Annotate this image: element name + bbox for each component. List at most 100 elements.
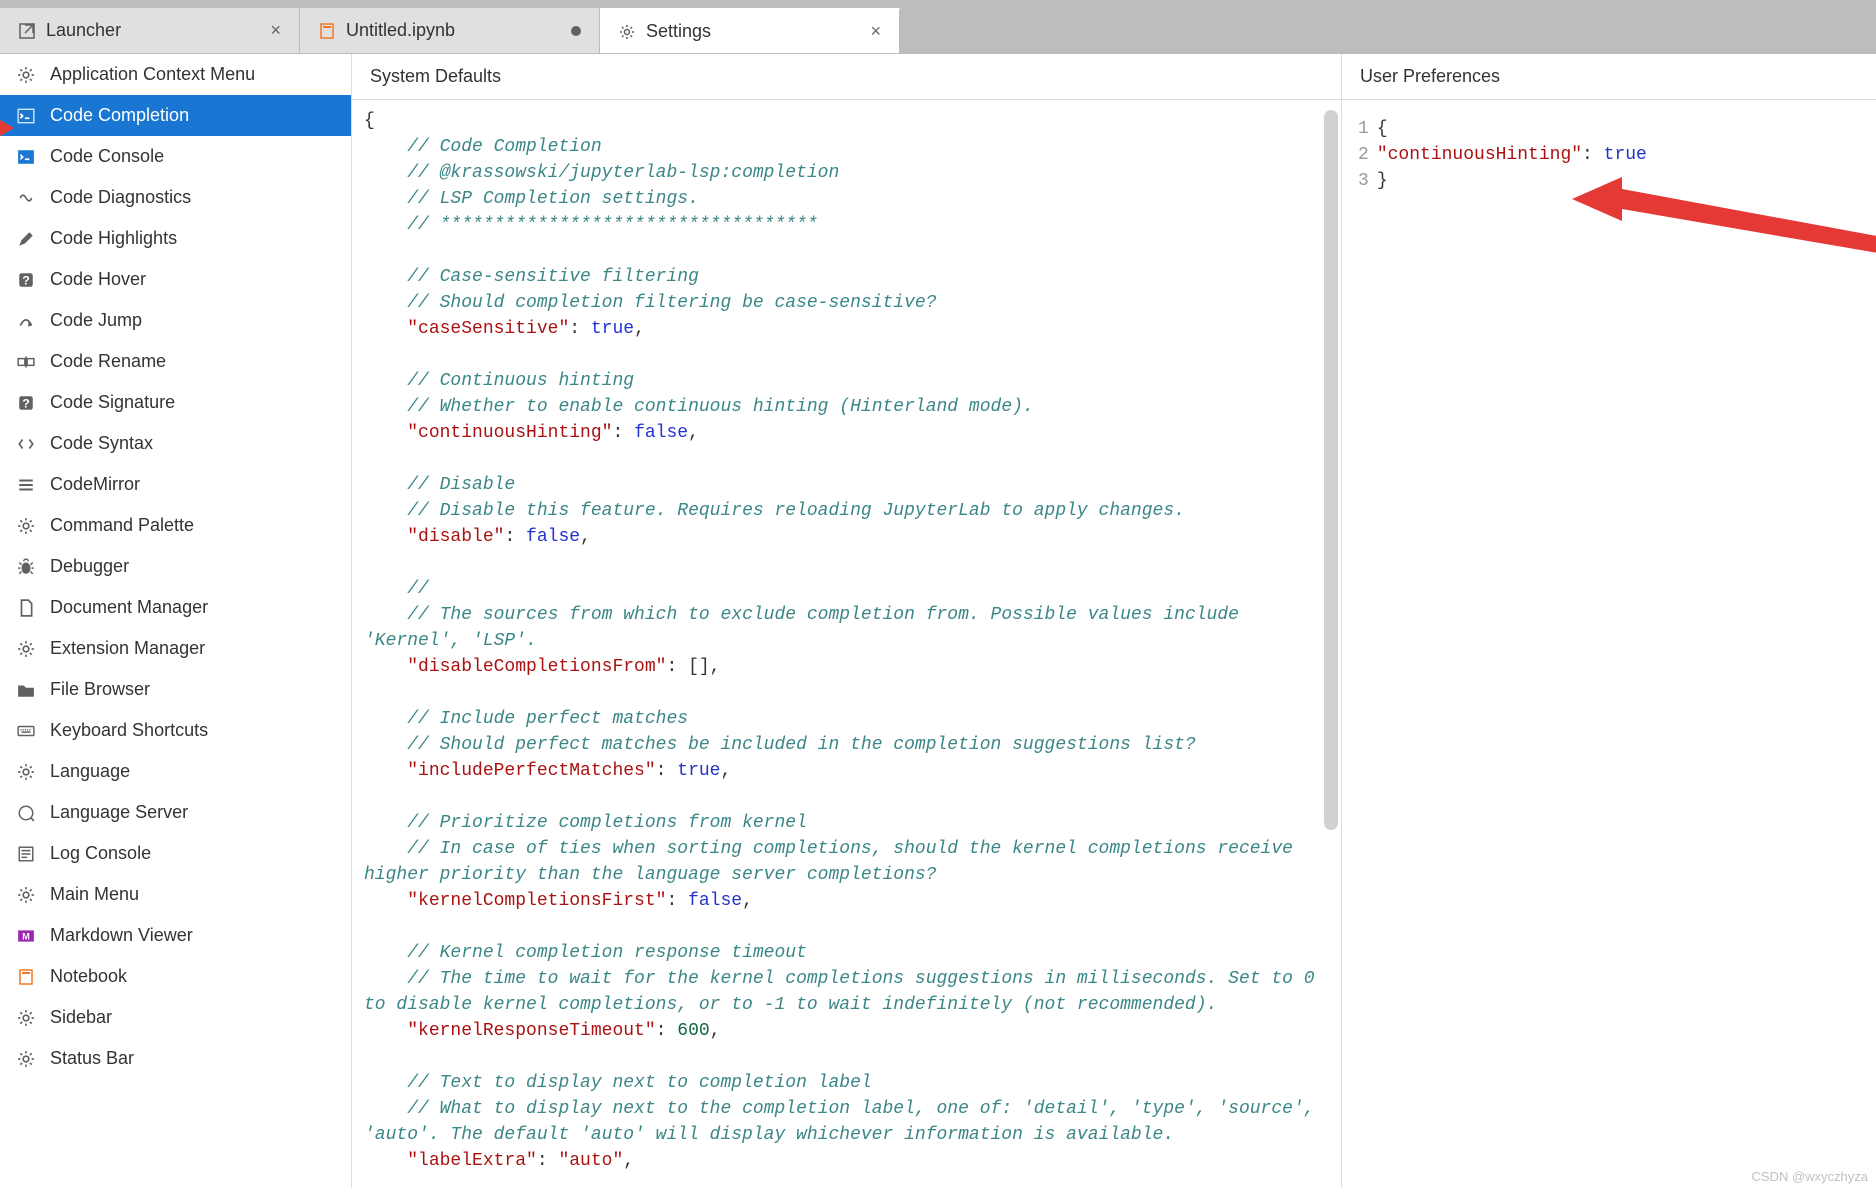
sidebar-item-label: Code Syntax (50, 433, 153, 454)
question-icon: ? (16, 393, 36, 413)
folder-icon (16, 680, 36, 700)
sidebar-item-label: Log Console (50, 843, 151, 864)
terminal-icon (16, 147, 36, 167)
sidebar-item-code-syntax[interactable]: Code Syntax (0, 423, 351, 464)
sidebar-item-label: Document Manager (50, 597, 208, 618)
bug-icon (16, 557, 36, 577)
scrollbar-thumb[interactable] (1324, 110, 1338, 830)
sidebar-item-application-context-menu[interactable]: Application Context Menu (0, 54, 351, 95)
tab-bar: Launcher × Untitled.ipynb Settings × (0, 8, 1876, 54)
svg-text:?: ? (22, 273, 30, 287)
sidebar-item-debugger[interactable]: Debugger (0, 546, 351, 587)
sidebar-item-extension-manager[interactable]: Extension Manager (0, 628, 351, 669)
dirty-indicator-icon (571, 26, 581, 36)
sidebar-item-label: Code Hover (50, 269, 146, 290)
sidebar-item-label: CodeMirror (50, 474, 140, 495)
code-icon (16, 434, 36, 454)
sidebar-item-label: Code Signature (50, 392, 175, 413)
sidebar-item-label: Notebook (50, 966, 127, 987)
sidebar-item-sidebar[interactable]: Sidebar (0, 997, 351, 1038)
svg-text:M: M (22, 931, 30, 941)
sidebar-item-label: Code Diagnostics (50, 187, 191, 208)
sidebar-item-main-menu[interactable]: Main Menu (0, 874, 351, 915)
sidebar-item-label: Debugger (50, 556, 129, 577)
sidebar-item-code-console[interactable]: Code Console (0, 136, 351, 177)
pane-title: System Defaults (352, 54, 1341, 100)
gear-icon (16, 516, 36, 536)
gear-icon (16, 762, 36, 782)
watermark: CSDN @wxyczhyza (1752, 1169, 1869, 1184)
sidebar-item-code-highlights[interactable]: Code Highlights (0, 218, 351, 259)
tab-label: Untitled.ipynb (346, 20, 561, 41)
sidebar-item-log-console[interactable]: Log Console (0, 833, 351, 874)
svg-text:?: ? (22, 396, 30, 410)
notebook-icon (318, 22, 336, 40)
lang-icon (16, 803, 36, 823)
question-icon: ? (16, 270, 36, 290)
sidebar-item-label: Status Bar (50, 1048, 134, 1069)
tab-settings[interactable]: Settings × (600, 8, 900, 53)
prefs-editor[interactable]: 1 2 3 { "continuousHinting": true } (1342, 100, 1876, 1188)
tab-launcher[interactable]: Launcher × (0, 8, 300, 53)
defaults-editor[interactable]: { // Code Completion // @krassowski/jupy… (352, 100, 1341, 1188)
settings-sidebar: Application Context Menu Code Completion C… (0, 54, 352, 1188)
keyboard-icon (16, 721, 36, 741)
sidebar-item-file-browser[interactable]: File Browser (0, 669, 351, 710)
rename-icon (16, 352, 36, 372)
sidebar-item-codemirror[interactable]: CodeMirror (0, 464, 351, 505)
tab-untitled[interactable]: Untitled.ipynb (300, 8, 600, 53)
tab-label: Settings (646, 21, 860, 42)
sidebar-item-label: File Browser (50, 679, 150, 700)
sidebar-item-label: Code Console (50, 146, 164, 167)
sidebar-item-code-hover[interactable]: ? Code Hover (0, 259, 351, 300)
sidebar-item-code-jump[interactable]: Code Jump (0, 300, 351, 341)
sidebar-item-label: Keyboard Shortcuts (50, 720, 208, 741)
sidebar-item-label: Sidebar (50, 1007, 112, 1028)
sidebar-item-label: Code Highlights (50, 228, 177, 249)
sidebar-item-label: Main Menu (50, 884, 139, 905)
sidebar-item-language[interactable]: Language (0, 751, 351, 792)
list-icon (16, 475, 36, 495)
markdown-icon: M (16, 926, 36, 946)
sidebar-item-language-server[interactable]: Language Server (0, 792, 351, 833)
close-icon[interactable]: × (270, 20, 281, 41)
diag-icon (16, 188, 36, 208)
gear-icon (16, 1008, 36, 1028)
sidebar-item-keyboard-shortcuts[interactable]: Keyboard Shortcuts (0, 710, 351, 751)
gear-icon (618, 23, 636, 41)
sidebar-item-label: Language (50, 761, 130, 782)
gear-icon (16, 1049, 36, 1069)
gear-icon (16, 885, 36, 905)
log-icon (16, 844, 36, 864)
sidebar-item-code-completion[interactable]: Code Completion (0, 95, 351, 136)
sidebar-item-label: Code Completion (50, 105, 189, 126)
system-defaults-pane: System Defaults { // Code Completion // … (352, 54, 1342, 1188)
pane-title: User Preferences (1342, 54, 1876, 100)
tab-label: Launcher (46, 20, 260, 41)
sidebar-item-command-palette[interactable]: Command Palette (0, 505, 351, 546)
gear-icon (16, 65, 36, 85)
launcher-icon (18, 22, 36, 40)
sidebar-item-label: Extension Manager (50, 638, 205, 659)
sidebar-item-label: Code Rename (50, 351, 166, 372)
doc-icon (16, 598, 36, 618)
sidebar-item-status-bar[interactable]: Status Bar (0, 1038, 351, 1079)
sidebar-item-label: Markdown Viewer (50, 925, 193, 946)
notebook-icon (16, 967, 36, 987)
sidebar-item-label: Command Palette (50, 515, 194, 536)
annotation-red-tick-icon (0, 120, 14, 136)
sidebar-item-code-rename[interactable]: Code Rename (0, 341, 351, 382)
gear-icon (16, 639, 36, 659)
pencil-icon (16, 229, 36, 249)
terminal-icon (16, 106, 36, 126)
sidebar-item-code-signature[interactable]: ? Code Signature (0, 382, 351, 423)
sidebar-item-markdown-viewer[interactable]: M Markdown Viewer (0, 915, 351, 956)
sidebar-item-code-diagnostics[interactable]: Code Diagnostics (0, 177, 351, 218)
close-icon[interactable]: × (870, 21, 881, 42)
user-preferences-pane: User Preferences 1 2 3 { "continuousHint… (1342, 54, 1876, 1188)
sidebar-item-label: Code Jump (50, 310, 142, 331)
jump-icon (16, 311, 36, 331)
sidebar-item-notebook[interactable]: Notebook (0, 956, 351, 997)
sidebar-item-document-manager[interactable]: Document Manager (0, 587, 351, 628)
sidebar-item-label: Language Server (50, 802, 188, 823)
